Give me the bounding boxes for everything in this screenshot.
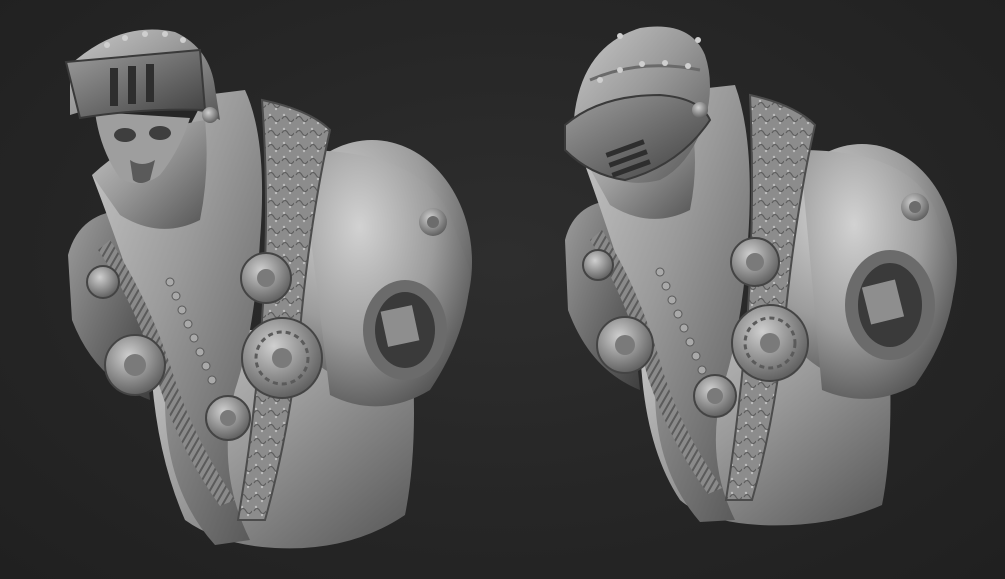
- medallion-left-5: [86, 265, 120, 299]
- medallion-right-5: [582, 249, 614, 281]
- armor-bust-left: [64, 29, 472, 549]
- render-viewport: [0, 0, 1005, 579]
- medallion-right-4: [596, 316, 654, 374]
- medallion-left-4: [104, 334, 166, 396]
- sculpt-render: [64, 26, 957, 549]
- medallion-left-3: [205, 395, 251, 441]
- medallion-left-2: [241, 317, 323, 399]
- medallion-right-1: [730, 237, 780, 287]
- medallion-left-1: [240, 252, 292, 304]
- medallion-right-3: [693, 374, 737, 418]
- armor-bust-right: [564, 26, 957, 526]
- visor-slits-left: [110, 64, 154, 106]
- medallion-right-2: [731, 304, 809, 382]
